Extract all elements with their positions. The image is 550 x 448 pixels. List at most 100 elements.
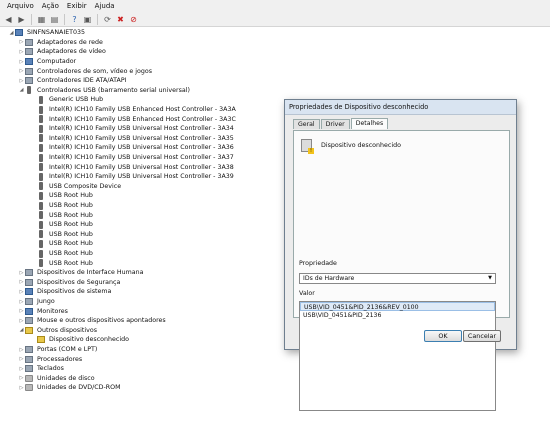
tree-item-label: Intel(R) ICH10 Family USB Enhanced Host … <box>49 106 236 114</box>
tree-item[interactable]: ▷ Unidades de disco <box>18 374 95 384</box>
ok-button[interactable]: OK <box>424 330 462 342</box>
expand-arrow-icon[interactable]: ▷ <box>18 366 25 372</box>
tree-item[interactable]: ▷ Mouse e outros dispositivos apontadores <box>18 316 166 326</box>
collapse-arrow-icon[interactable]: ◢ <box>8 30 15 36</box>
tree-item[interactable]: Intel(R) ICH10 Family USB Universal Host… <box>30 162 234 172</box>
tree-item[interactable]: USB Root Hub <box>30 191 93 201</box>
tree-item-label: Intel(R) ICH10 Family USB Universal Host… <box>49 144 234 152</box>
forward-arrow-icon[interactable]: ▶ <box>16 14 27 25</box>
console-icon[interactable]: ▤ <box>49 14 60 25</box>
usb-device-icon <box>39 95 43 104</box>
pc-device-icon <box>15 29 23 37</box>
tree-item[interactable]: USB Root Hub <box>30 239 93 249</box>
tree-item[interactable]: USB Root Hub <box>30 220 93 230</box>
expand-arrow-icon[interactable]: ▷ <box>18 347 25 353</box>
collapse-arrow-icon[interactable]: ◢ <box>18 87 25 93</box>
tree-item[interactable]: USB Root Hub <box>30 230 93 240</box>
tree-item[interactable]: ▷ Controladores de som, vídeo e jogos <box>18 66 152 76</box>
tree-item[interactable]: USB Root Hub <box>30 201 93 211</box>
tree-item[interactable]: USB Root Hub <box>30 249 93 259</box>
tree-item[interactable]: ▷ Teclados <box>18 364 64 374</box>
tree-item-label: Mouse e outros dispositivos apontadores <box>37 317 166 325</box>
tree-item[interactable]: ▷ Monitores <box>18 306 68 316</box>
expand-arrow-icon[interactable]: ▷ <box>18 289 25 295</box>
tree-item[interactable]: Intel(R) ICH10 Family USB Universal Host… <box>30 172 234 182</box>
tab-geral[interactable]: Geral <box>293 119 320 129</box>
tree-item[interactable]: Intel(R) ICH10 Family USB Enhanced Host … <box>30 114 236 124</box>
expand-arrow-icon[interactable]: ▷ <box>18 308 25 314</box>
tab-detalhes[interactable]: Detalhes <box>350 118 389 129</box>
expand-arrow-icon[interactable]: ▷ <box>18 375 25 381</box>
tree-item[interactable]: ▷ Dispositivos de Interface Humana <box>18 268 143 278</box>
usb-device-icon <box>39 259 43 268</box>
tree-item-label: Intel(R) ICH10 Family USB Universal Host… <box>49 125 234 133</box>
tree-item[interactable]: ▷ Dispositivos de Segurança <box>18 278 120 288</box>
expand-arrow-icon[interactable]: ▷ <box>18 68 25 74</box>
tree-item-label: Generic USB Hub <box>49 96 104 104</box>
tree-item[interactable]: ▷ Portas (COM e LPT) <box>18 345 97 355</box>
tree-item[interactable]: ▷ Unidades de DVD/CD-ROM <box>18 383 121 393</box>
dev-device-icon <box>25 77 33 85</box>
tree-item[interactable]: ▷ Dispositivos de sistema <box>18 287 111 297</box>
tree-item[interactable]: USB Root Hub <box>30 258 93 268</box>
value-label: Valor <box>299 290 315 297</box>
help-icon[interactable]: ? <box>69 14 80 25</box>
properties-icon[interactable]: ▣ <box>82 14 93 25</box>
menu-ajuda[interactable]: Ajuda <box>91 0 119 12</box>
tree-item[interactable]: ◢ Controladores USB (barramento serial un… <box>18 86 190 96</box>
tree-item-label: Unidades de disco <box>37 374 95 382</box>
menu-exibir[interactable]: Exibir <box>63 0 91 12</box>
update-driver-icon[interactable]: ⟳ <box>102 14 113 25</box>
expand-arrow-icon[interactable]: ▷ <box>18 49 25 55</box>
expand-arrow-icon[interactable]: ▷ <box>18 39 25 45</box>
tree-item[interactable]: ◢ Outros dispositivos <box>18 326 97 336</box>
dev-device-icon <box>25 298 33 306</box>
expand-arrow-icon[interactable]: ▷ <box>18 78 25 84</box>
tree-item-label: Computador <box>37 58 77 66</box>
toolbar: ◀ ▶ ▦ ▤ ? ▣ ⟳ ✖ ⊘ <box>0 12 550 27</box>
expand-arrow-icon[interactable]: ▷ <box>18 279 25 285</box>
tree-item[interactable]: USB Root Hub <box>30 210 93 220</box>
tree-item-label: Adaptadores de rede <box>37 38 103 46</box>
tree-item[interactable]: Intel(R) ICH10 Family USB Universal Host… <box>30 124 234 134</box>
expand-arrow-icon[interactable]: ▷ <box>18 299 25 305</box>
disk-device-icon <box>25 384 33 392</box>
expand-arrow-icon[interactable]: ▷ <box>18 270 25 276</box>
tree-item[interactable]: ▷ Controladores IDE ATA/ATAPI <box>18 76 127 86</box>
expand-arrow-icon[interactable]: ▷ <box>18 318 25 324</box>
value-list[interactable]: USB\VID_0451&PID_2136&REV_0100 USB\VID_0… <box>299 301 496 411</box>
usb-device-icon <box>39 163 43 172</box>
tree-item[interactable]: ▷ Jungo <box>18 297 55 307</box>
menu-arquivo[interactable]: Arquivo <box>3 0 38 12</box>
back-arrow-icon[interactable]: ◀ <box>3 14 14 25</box>
tree-item[interactable]: USB Composite Device <box>30 182 121 192</box>
value-item[interactable]: USB\VID_0451&PID_2136&REV_0100 <box>300 302 495 311</box>
usb-device-icon <box>39 124 43 133</box>
tree-item-label: Dispositivos de sistema <box>37 288 112 296</box>
expand-arrow-icon[interactable]: ▷ <box>18 59 25 65</box>
disable-icon[interactable]: ⊘ <box>128 14 139 25</box>
tree-item[interactable]: Intel(R) ICH10 Family USB Enhanced Host … <box>30 105 236 115</box>
menu-bar: Arquivo Ação Exibir Ajuda <box>0 0 550 12</box>
cancel-button[interactable]: Cancelar <box>463 330 501 342</box>
expand-arrow-icon[interactable]: ▷ <box>18 356 25 362</box>
tree-item[interactable]: ▷ Computador <box>18 57 76 67</box>
uninstall-icon[interactable]: ✖ <box>115 14 126 25</box>
tab-driver[interactable]: Driver <box>320 119 350 129</box>
tree-item[interactable]: ◢ SINFNSANAIET035 <box>8 28 85 38</box>
collapse-arrow-icon[interactable]: ◢ <box>18 327 25 333</box>
tree-item[interactable]: ▷ Adaptadores de rede <box>18 38 103 48</box>
property-select[interactable]: IDs de Hardware ▼ <box>299 273 496 284</box>
tree-item[interactable]: Intel(R) ICH10 Family USB Universal Host… <box>30 143 234 153</box>
value-item[interactable]: USB\VID_0451&PID_2136 <box>300 311 495 320</box>
tree-item[interactable]: Intel(R) ICH10 Family USB Universal Host… <box>30 134 234 144</box>
menu-acao[interactable]: Ação <box>38 0 63 12</box>
tree-item[interactable]: Generic USB Hub <box>30 95 103 105</box>
tree-item[interactable]: ▷ Adaptadores de vídeo <box>18 47 106 57</box>
expand-arrow-icon[interactable]: ▷ <box>18 385 25 391</box>
usb-device-icon <box>39 105 43 114</box>
tree-item[interactable]: Intel(R) ICH10 Family USB Universal Host… <box>30 153 234 163</box>
tree-item[interactable]: ▷ Processadores <box>18 354 82 364</box>
view-icon[interactable]: ▦ <box>36 14 47 25</box>
tree-item[interactable]: Dispositivo desconhecido <box>30 335 129 345</box>
